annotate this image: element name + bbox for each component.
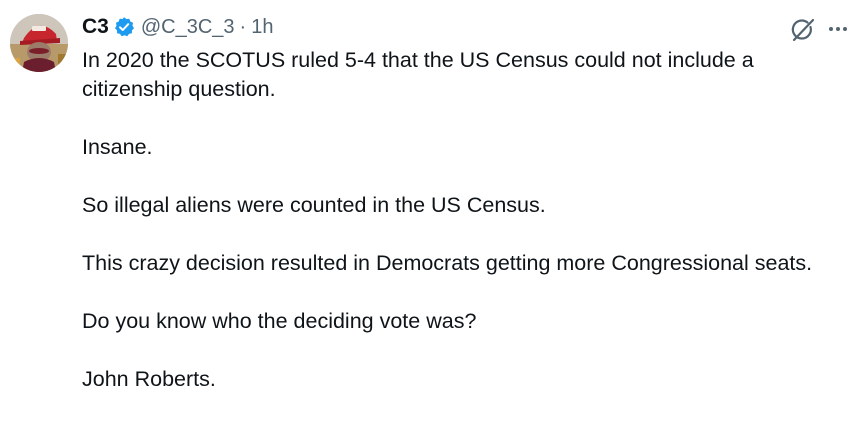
tweet[interactable]: C3 @C_3C_3 · 1h In 2020 the SCOTUS ruled… [0, 0, 859, 447]
tweet-paragraph: Insane. [82, 135, 153, 159]
tweet-header: C3 @C_3C_3 · 1h [82, 12, 273, 42]
grok-icon[interactable] [789, 16, 817, 44]
tweet-text: In 2020 the SCOTUS ruled 5-4 that the US… [82, 46, 832, 394]
tweet-paragraph: In 2020 the SCOTUS ruled 5-4 that the US… [82, 48, 754, 101]
verified-badge-icon [113, 16, 135, 38]
avatar-image [10, 14, 68, 72]
timestamp[interactable]: 1h [251, 16, 273, 39]
tweet-paragraph: John Roberts. [82, 367, 216, 391]
tweet-paragraph: Do you know who the deciding vote was? [82, 309, 477, 333]
display-name[interactable]: C3 [82, 15, 109, 39]
tweet-paragraph: So illegal aliens were counted in the US… [82, 193, 546, 217]
avatar[interactable] [10, 14, 68, 72]
tweet-paragraph: This crazy decision resulted in Democrat… [82, 251, 813, 275]
header-separator: · [239, 15, 247, 38]
more-options-icon[interactable] [822, 18, 854, 40]
user-handle[interactable]: @C_3C_3 [141, 16, 235, 39]
